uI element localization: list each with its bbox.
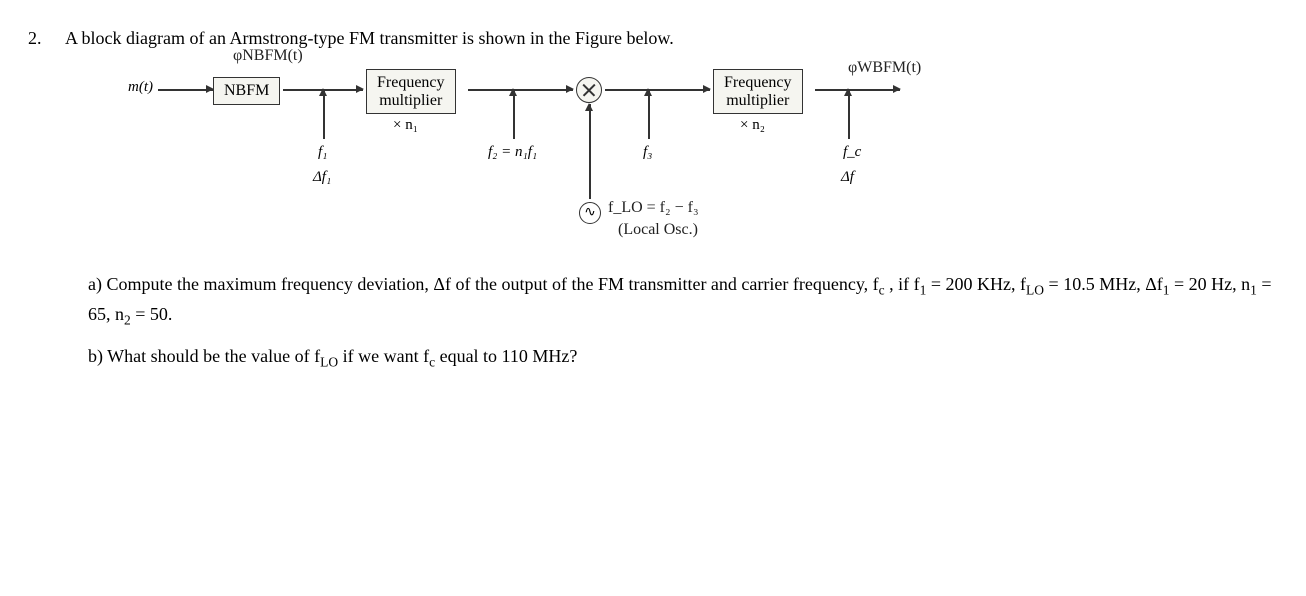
mult1-line2: multiplier (379, 92, 442, 109)
problem-statement: A block diagram of an Armstrong-type FM … (65, 28, 674, 48)
part-a: a) Compute the maximum frequency deviati… (88, 271, 1274, 331)
mult2-line1: Frequency (724, 74, 792, 91)
a-s4: 1 (1163, 283, 1170, 298)
part-b: b) What should be the value of fLO if we… (88, 343, 1274, 373)
b-s1: LO (320, 354, 338, 369)
block-mult2: Frequency multiplier (713, 69, 803, 114)
mult1-line1: Frequency (377, 74, 445, 91)
mult1-factor: × n₁ (393, 117, 418, 134)
a-s3: LO (1026, 283, 1044, 298)
oscillator-icon: ∿ (579, 202, 601, 224)
varrow-f3 (648, 89, 650, 139)
input-label: m(t) (128, 79, 153, 96)
problem-header: 2. A block diagram of an Armstrong-type … (28, 28, 1294, 49)
a-t3: = 200 KHz, f (926, 274, 1026, 294)
b-t2: if we want f (338, 346, 429, 366)
hand-local-osc: (Local Osc.) (618, 221, 698, 239)
hand-wbfm-signal: φWBFM(t) (848, 59, 921, 77)
b-t3: equal to 110 MHz? (435, 346, 577, 366)
problem-number: 2. (28, 28, 42, 49)
a-s5: 1 (1250, 283, 1257, 298)
arrow-2 (468, 89, 573, 91)
a-t2: , if f (885, 274, 920, 294)
block-diagram: m(t) NBFM φNBFM(t) Frequency multiplier … (128, 59, 1234, 259)
arrow-out (815, 89, 900, 91)
varrow-fc (848, 89, 850, 139)
label-f2: f₂ = n₁f₁ (488, 144, 537, 161)
hand-nbfm-signal: φNBFM(t) (233, 47, 303, 65)
a-s6: 2 (124, 312, 131, 327)
label-f1: f₁ (318, 144, 327, 161)
a-t1: a) Compute the maximum frequency deviati… (88, 274, 879, 294)
label-df1: Δf₁ (313, 169, 331, 186)
mult2-factor: × n₂ (740, 117, 765, 134)
a-t5: = 20 Hz, n (1170, 274, 1251, 294)
arrow-in (158, 89, 213, 91)
arrow-3 (605, 89, 710, 91)
label-fc: f_c (843, 144, 861, 161)
varrow-lo (589, 104, 591, 199)
hand-flo: f_LO = f₂ − f₃ (608, 199, 699, 217)
a-t4: = 10.5 MHz, Δf (1044, 274, 1163, 294)
varrow-f2 (513, 89, 515, 139)
label-f3: f₃ (643, 144, 652, 161)
b-t1: b) What should be the value of f (88, 346, 320, 366)
block-nbfm: NBFM (213, 77, 280, 105)
varrow-f1 (323, 89, 325, 139)
block-mult1: Frequency multiplier (366, 69, 456, 114)
mixer-icon (576, 77, 602, 103)
a-t7: = 50. (131, 304, 173, 324)
label-df: Δf (841, 169, 854, 186)
mult2-line2: multiplier (726, 92, 789, 109)
